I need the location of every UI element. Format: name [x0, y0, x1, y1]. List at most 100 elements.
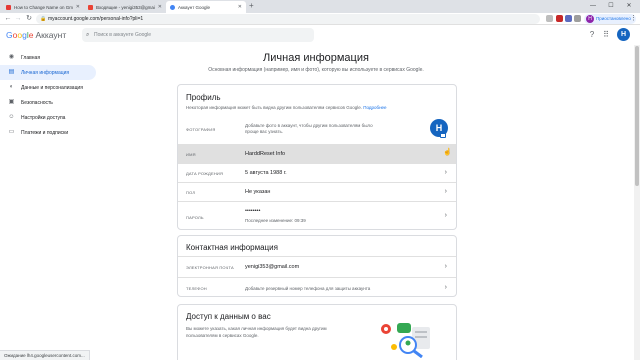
- profile-card-title: Профиль: [186, 93, 221, 102]
- help-icon[interactable]: ?: [587, 30, 597, 40]
- paused-label: Приостановлено: [596, 16, 631, 21]
- profile-paused-button[interactable]: Н Приостановлено: [584, 14, 636, 24]
- extension-icon[interactable]: [556, 15, 563, 22]
- mouse-pointer-icon: ☝: [443, 149, 452, 156]
- new-tab-button[interactable]: +: [249, 2, 254, 10]
- row-value: Не указан: [245, 189, 271, 195]
- people-search-illustration: [381, 323, 430, 358]
- youtube-favicon-icon: [6, 4, 11, 10]
- sidebar-item[interactable]: ▤ Личная информация: [0, 65, 96, 80]
- profile-row-photo[interactable]: ФОТОГРАФИЯ Добавьте фото в аккаунт, чтоб…: [178, 114, 456, 144]
- profile-row-gender[interactable]: ПОЛ Не указан ›: [178, 182, 456, 201]
- extension-icon[interactable]: [574, 15, 581, 22]
- chevron-right-icon: ›: [444, 263, 447, 270]
- address-bar[interactable]: 🔒 myaccount.google.com/personal-info?pli…: [36, 14, 540, 24]
- close-tab-icon[interactable]: ✕: [158, 4, 162, 10]
- chevron-right-icon: ›: [444, 284, 447, 291]
- chevron-right-icon: ›: [444, 169, 447, 176]
- row-value: yenigi353@gmail.com: [245, 264, 300, 270]
- profile-card-desc: Некоторая информация может быть видна др…: [178, 105, 395, 110]
- access-card-desc: Вы можете указать, какая личная информац…: [186, 326, 327, 338]
- browser-tab[interactable]: How to Change Name on Gmai... ✕: [2, 1, 84, 13]
- sidebar-nav: ◉ Главная ▤ Личная информация ◐ Данные и перс…: [0, 50, 96, 140]
- contact-card: Контактная информация ЭЛЕКТРОННАЯ ПОЧТА …: [177, 235, 457, 297]
- account-avatar[interactable]: Н: [617, 28, 630, 41]
- profile-card: Профиль Некоторая информация может быть …: [177, 84, 457, 230]
- product-name: Аккаунт: [35, 30, 67, 40]
- row-label: ПАРОЛЬ: [186, 215, 204, 220]
- toggle-icon: ◐: [9, 84, 14, 90]
- scrollbar-thumb[interactable]: [635, 46, 639, 186]
- profile-row-password[interactable]: ПАРОЛЬ •••••••• Последнее изменение: 09:…: [178, 201, 456, 229]
- status-bar: Ожидание lh4.googleusercontent.com...: [0, 350, 90, 360]
- profile-photo-avatar[interactable]: H: [430, 119, 448, 138]
- people-icon: ☺: [8, 114, 15, 120]
- sidebar-item[interactable]: ◐ Данные и персонализация: [0, 80, 96, 95]
- profile-row-name[interactable]: ИМЯ HarddReset Info: [178, 144, 456, 163]
- page-title: Личная информация: [263, 52, 369, 64]
- close-tab-icon[interactable]: ✕: [238, 4, 242, 10]
- contact-row-email[interactable]: ЭЛЕКТРОННАЯ ПОЧТА yenigi353@gmail.com ›: [178, 256, 456, 277]
- sidebar-item[interactable]: ▣ Безопасность: [0, 95, 96, 110]
- browser-menu-icon[interactable]: ⋮: [630, 14, 637, 22]
- lock-icon: ▣: [8, 99, 15, 105]
- password-changed-text: Последнее изменение: 09:39: [245, 218, 306, 223]
- tab-title: How to Change Name on Gmai...: [14, 4, 73, 10]
- chevron-right-icon: ›: [444, 212, 447, 219]
- row-value: Добавьте резервный номер телефона для за…: [245, 286, 371, 291]
- reload-icon[interactable]: ↻: [24, 14, 34, 24]
- extension-icon[interactable]: [565, 15, 572, 22]
- row-label: ЭЛЕКТРОННАЯ ПОЧТА: [186, 265, 234, 270]
- row-label: ТЕЛЕФОН: [186, 286, 207, 291]
- minimize-button[interactable]: —: [584, 0, 602, 13]
- sidebar-item-label: Данные и персонализация: [21, 84, 83, 91]
- sidebar-item[interactable]: ▭ Платежи и подписки: [0, 125, 96, 140]
- id-card-icon: ▤: [8, 69, 15, 75]
- sidebar-item[interactable]: ☺ Настройки доступа: [0, 110, 96, 125]
- sidebar-item[interactable]: ◉ Главная: [0, 50, 96, 65]
- learn-more-link[interactable]: Подробнее: [363, 105, 386, 110]
- person-circle-icon: ◉: [8, 54, 15, 60]
- google-favicon-icon: [170, 4, 175, 10]
- browser-tab[interactable]: Входящие - yenigi353@gmail.c... ✕: [84, 1, 166, 13]
- row-value: HarddReset Info: [245, 151, 286, 157]
- row-label: ДАТА РОЖДЕНИЯ: [186, 171, 224, 176]
- sidebar-item-label: Платежи и подписки: [21, 129, 69, 136]
- maximize-button[interactable]: ☐: [602, 0, 620, 13]
- search-placeholder: Поиск в аккаунте Google: [94, 32, 152, 38]
- row-label: ФОТОГРАФИЯ: [186, 127, 216, 132]
- profile-row-birthday[interactable]: ДАТА РОЖДЕНИЯ 5 августа 1988 г. ›: [178, 163, 456, 182]
- contact-row-phone[interactable]: ТЕЛЕФОН Добавьте резервный номер телефон…: [178, 277, 456, 296]
- tab-title: Аккаунт Google: [178, 4, 211, 10]
- row-value: Добавьте фото в аккаунт, чтобы другим по…: [245, 123, 373, 134]
- search-icon: ⌕: [86, 32, 90, 38]
- apps-grid-icon[interactable]: ⠿: [601, 30, 611, 40]
- access-card: Доступ к данным о вас Вы можете указать,…: [177, 304, 457, 360]
- close-tab-icon[interactable]: ✕: [76, 4, 80, 10]
- row-label: ПОЛ: [186, 190, 196, 195]
- browser-tab-strip: How to Change Name on Gmai... ✕ Входящие…: [0, 0, 640, 13]
- google-account-logo[interactable]: Google Аккаунт: [6, 29, 66, 41]
- access-card-title: Доступ к данным о вас: [186, 312, 271, 321]
- close-window-button[interactable]: ✕: [620, 0, 638, 13]
- card-icon: ▭: [8, 129, 15, 135]
- row-label: ИМЯ: [186, 152, 196, 157]
- star-icon[interactable]: [546, 15, 553, 22]
- profile-avatar: Н: [586, 15, 594, 23]
- account-search-input[interactable]: ⌕ Поиск в аккаунте Google: [82, 28, 314, 42]
- sidebar-item-label: Личная информация: [21, 69, 70, 76]
- sidebar-item-label: Настройки доступа: [21, 114, 66, 121]
- browser-toolbar: ← → ↻ 🔒 myaccount.google.com/personal-in…: [0, 13, 640, 25]
- sidebar-item-label: Главная: [21, 54, 41, 61]
- back-arrow-icon[interactable]: ←: [3, 14, 13, 24]
- browser-tab-active[interactable]: Аккаунт Google ✕: [166, 1, 246, 13]
- sidebar-item-label: Безопасность: [21, 99, 53, 106]
- account-header: Google Аккаунт ⌕ Поиск в аккаунте Google …: [0, 25, 640, 45]
- profile-desc-text: Некоторая информация может быть видна др…: [186, 105, 362, 110]
- contact-card-title: Контактная информация: [186, 243, 278, 252]
- forward-arrow-icon[interactable]: →: [13, 14, 23, 24]
- gmail-favicon-icon: [88, 4, 93, 10]
- google-logo: Google: [6, 30, 34, 40]
- url-text: myaccount.google.com/personal-info?pli=1: [48, 16, 144, 22]
- tab-title: Входящие - yenigi353@gmail.c...: [96, 4, 155, 10]
